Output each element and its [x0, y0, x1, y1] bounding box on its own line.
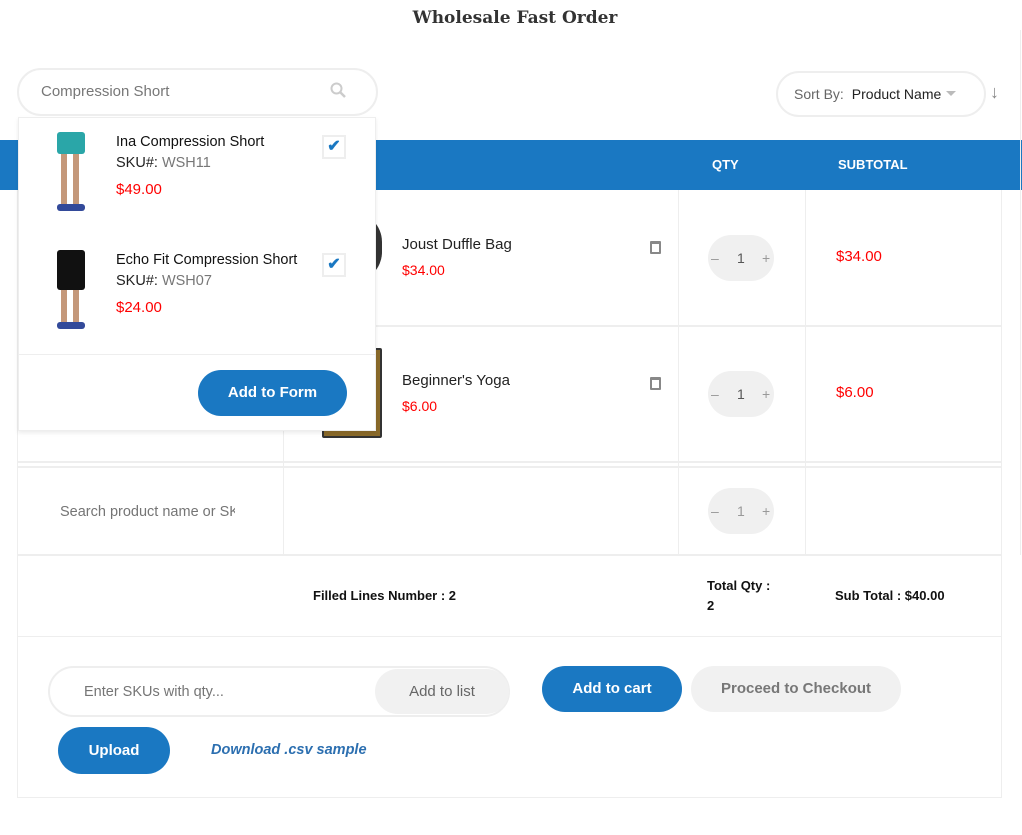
product-search-input[interactable]: Compression Short [17, 68, 378, 116]
add-to-list-button[interactable]: Add to list [375, 669, 509, 714]
result-checkbox[interactable]: ✔ [322, 135, 346, 159]
header-subtotal: SUBTOTAL [838, 157, 908, 172]
result-name: Echo Fit Compression Short [116, 252, 298, 268]
sort-label: Sort By: [794, 86, 844, 102]
minus-button[interactable]: – [711, 371, 719, 417]
proceed-to-checkout-button[interactable]: Proceed to Checkout [691, 666, 901, 712]
add-to-cart-button[interactable]: Add to cart [542, 666, 682, 712]
product-name: Joust Duffle Bag [402, 236, 512, 253]
product-image [51, 132, 91, 214]
quantity-stepper[interactable]: – 1 + [708, 235, 774, 281]
qty-value[interactable]: 1 [737, 235, 745, 281]
header-qty: QTY [712, 157, 739, 172]
download-csv-link[interactable]: Download .csv sample [211, 742, 367, 758]
plus-button[interactable]: + [762, 488, 770, 534]
product-image [51, 250, 91, 332]
search-icon[interactable] [330, 82, 346, 98]
search-results-dropdown: Ina Compression Short SKU#: WSH11 $49.00… [18, 117, 376, 431]
upload-button[interactable]: Upload [58, 727, 170, 774]
row-subtotal: $6.00 [836, 384, 874, 401]
search-value: Compression Short [41, 83, 170, 100]
arrow-down-icon[interactable]: ↓ [990, 82, 999, 103]
page-title: Wholesale Fast Order [412, 8, 618, 28]
search-result-item[interactable]: Echo Fit Compression Short SKU#: WSH07 $… [19, 236, 375, 354]
chevron-down-icon [946, 91, 957, 101]
result-sku: SKU#: WSH11 [116, 155, 211, 171]
add-to-form-button[interactable]: Add to Form [198, 370, 347, 416]
sub-total: Sub Total : $40.00 [835, 588, 945, 603]
product-name: Beginner's Yoga [402, 372, 510, 389]
result-sku: SKU#: WSH07 [116, 273, 212, 289]
product-search-row-input[interactable] [60, 495, 235, 529]
row-subtotal: $34.00 [836, 248, 882, 265]
result-price: $49.00 [116, 181, 162, 198]
result-name: Ina Compression Short [116, 134, 265, 150]
filled-lines: Filled Lines Number : 2 [313, 588, 457, 603]
product-price: $34.00 [402, 262, 445, 278]
trash-icon[interactable] [650, 241, 661, 254]
result-price: $24.00 [116, 299, 162, 316]
minus-button[interactable]: – [711, 235, 719, 281]
plus-button[interactable]: + [762, 235, 770, 281]
total-qty-value: 2 [707, 598, 715, 613]
sku-input-group: Add to list [48, 666, 510, 717]
product-price: $6.00 [402, 398, 438, 414]
plus-button[interactable]: + [762, 371, 770, 417]
search-result-item[interactable]: Ina Compression Short SKU#: WSH11 $49.00… [19, 118, 375, 236]
qty-value[interactable]: 1 [737, 488, 745, 534]
sort-by-select[interactable]: Sort By: Product Name [776, 71, 986, 117]
result-checkbox[interactable]: ✔ [322, 253, 346, 277]
total-qty-label: Total Qty : [707, 578, 771, 593]
quantity-stepper[interactable]: – 1 + [708, 488, 774, 534]
qty-value[interactable]: 1 [737, 371, 745, 417]
sort-value: Product Name [851, 86, 942, 102]
minus-button[interactable]: – [711, 488, 719, 534]
sku-input[interactable] [84, 678, 364, 706]
quantity-stepper[interactable]: – 1 + [708, 371, 774, 417]
trash-icon[interactable] [650, 377, 661, 390]
